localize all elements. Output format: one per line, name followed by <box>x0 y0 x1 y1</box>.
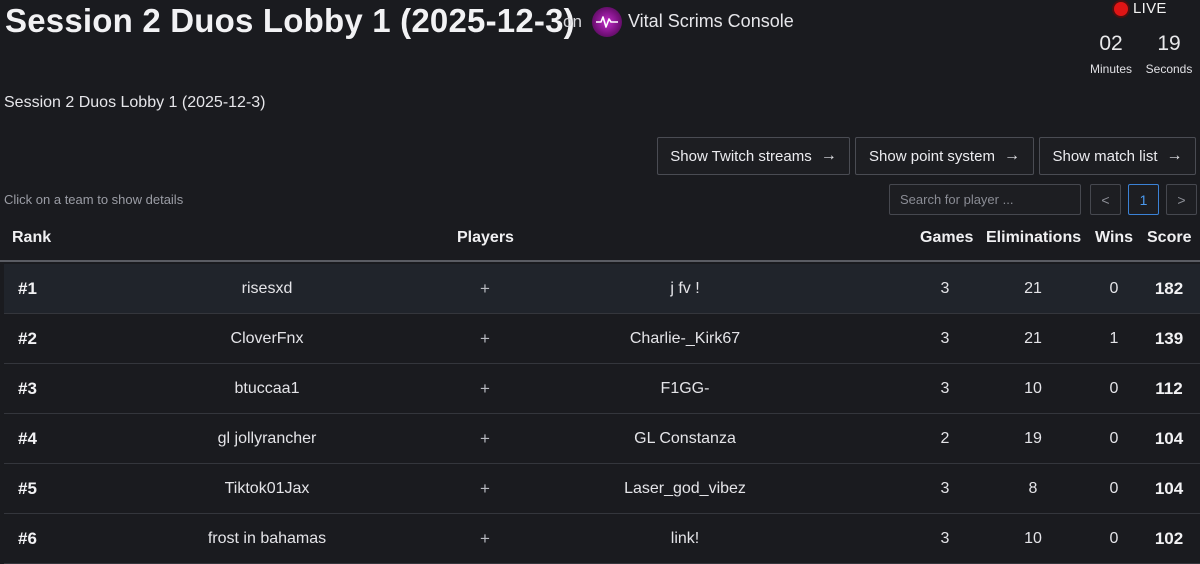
team-rank: #5 <box>18 479 37 498</box>
wins-value: 0 <box>1109 480 1119 497</box>
plus-separator: + <box>480 529 490 548</box>
player-two-name: link! <box>670 530 700 547</box>
leaderboard-header-row: Rank Players Games Eliminations Wins Sco… <box>0 218 1200 262</box>
show-point-system-button[interactable]: Show point system → <box>855 137 1034 175</box>
timer-minutes: 02 Minutes <box>1089 30 1133 76</box>
show-match-list-button[interactable]: Show match list → <box>1039 137 1196 175</box>
timer-seconds: 19 Seconds <box>1145 30 1193 76</box>
score-value: 104 <box>1154 429 1184 448</box>
show-twitch-streams-button[interactable]: Show Twitch streams → <box>657 137 850 175</box>
lobby-subtitle: Session 2 Duos Lobby 1 (2025-12-3) <box>4 94 266 111</box>
games-value: 3 <box>940 530 950 547</box>
score-value: 102 <box>1154 529 1184 548</box>
header-rank[interactable]: Rank <box>12 229 51 247</box>
eliminations-value: 10 <box>1024 380 1042 397</box>
score-value: 182 <box>1154 279 1184 298</box>
player-search-input[interactable] <box>889 184 1081 215</box>
timer-minutes-value: 02 <box>1099 32 1123 55</box>
pager-page-button[interactable]: 1 <box>1128 184 1159 215</box>
header-players[interactable]: Players <box>457 229 514 247</box>
wins-value: 1 <box>1109 330 1119 347</box>
live-badge: LIVE <box>1114 0 1167 17</box>
page-header: Session 2 Duos Lobby 1 (2025-12-3) on Vi… <box>0 0 1200 88</box>
chevron-right-icon: > <box>1177 191 1186 208</box>
player-two-name: j fv ! <box>670 280 700 297</box>
team-rank: #2 <box>18 329 37 348</box>
show-twitch-streams-label: Show Twitch streams <box>670 147 812 165</box>
plus-separator: + <box>480 329 490 348</box>
header-games[interactable]: Games <box>920 229 973 247</box>
eliminations-value: 8 <box>1028 480 1038 497</box>
show-match-list-label: Show match list <box>1052 147 1158 165</box>
team-rank: #3 <box>18 379 37 398</box>
team-rank: #1 <box>18 279 37 298</box>
on-label: on <box>563 12 582 31</box>
page-title: Session 2 Duos Lobby 1 (2025-12-3) <box>5 2 575 39</box>
score-value: 139 <box>1154 329 1184 348</box>
player-one-name: btuccaa1 <box>234 380 300 397</box>
games-value: 3 <box>940 330 950 347</box>
wins-value: 0 <box>1109 380 1119 397</box>
table-row[interactable]: #1 risesxd + j fv ! 3 21 0 182 <box>4 264 1200 314</box>
timer-seconds-label: Seconds <box>1145 62 1193 76</box>
arrow-right-icon: → <box>1003 147 1020 164</box>
timer-minutes-label: Minutes <box>1089 62 1133 76</box>
games-value: 3 <box>940 280 950 297</box>
player-one-name: gl jollyrancher <box>217 430 317 447</box>
arrow-right-icon: → <box>1166 147 1183 164</box>
score-value: 112 <box>1155 379 1183 398</box>
plus-separator: + <box>480 379 490 398</box>
player-one-name: frost in bahamas <box>207 530 327 547</box>
games-value: 3 <box>940 380 950 397</box>
team-rank: #6 <box>18 529 37 548</box>
eliminations-value: 10 <box>1024 530 1042 547</box>
console-name-link[interactable]: Vital Scrims Console <box>628 11 794 32</box>
player-one-name: Tiktok01Jax <box>224 480 310 497</box>
player-one-name: risesxd <box>241 280 293 297</box>
table-row[interactable]: #6 frost in bahamas + link! 3 10 0 102 <box>4 514 1200 564</box>
live-label: LIVE <box>1133 0 1167 17</box>
wins-value: 0 <box>1109 280 1119 297</box>
arrow-right-icon: → <box>820 147 837 164</box>
player-one-name: CloverFnx <box>230 330 304 347</box>
header-wins[interactable]: Wins <box>1095 229 1133 247</box>
plus-separator: + <box>480 279 490 298</box>
player-two-name: Charlie-_Kirk67 <box>629 330 741 347</box>
table-row[interactable]: #5 Tiktok01Jax + Laser_god_vibez 3 8 0 1… <box>4 464 1200 514</box>
console-logo-icon[interactable] <box>592 7 622 37</box>
eliminations-value: 19 <box>1024 430 1042 447</box>
table-hint: Click on a team to show details <box>4 192 184 207</box>
table-row[interactable]: #3 btuccaa1 + F1GG- 3 10 0 112 <box>4 364 1200 414</box>
header-score[interactable]: Score <box>1147 229 1191 247</box>
table-row[interactable]: #4 gl jollyrancher + GL Constanza 2 19 0… <box>4 414 1200 464</box>
plus-separator: + <box>480 429 490 448</box>
games-value: 3 <box>940 480 950 497</box>
plus-separator: + <box>480 479 490 498</box>
player-two-name: Laser_god_vibez <box>624 480 746 497</box>
header-eliminations[interactable]: Eliminations <box>986 229 1081 247</box>
chevron-left-icon: < <box>1101 191 1110 208</box>
pager-prev-button[interactable]: < <box>1090 184 1121 215</box>
games-value: 2 <box>940 430 950 447</box>
score-value: 104 <box>1154 479 1184 498</box>
player-two-name: F1GG- <box>660 380 710 397</box>
live-dot-icon <box>1114 1 1128 16</box>
eliminations-value: 21 <box>1024 330 1042 347</box>
eliminations-value: 21 <box>1024 280 1042 297</box>
wins-value: 0 <box>1109 430 1119 447</box>
team-rank: #4 <box>18 429 37 448</box>
player-two-name: GL Constanza <box>634 430 736 447</box>
show-point-system-label: Show point system <box>869 147 995 165</box>
timer-seconds-value: 19 <box>1157 32 1181 55</box>
wins-value: 0 <box>1109 530 1119 547</box>
table-row[interactable]: #2 CloverFnx + Charlie-_Kirk67 3 21 1 13… <box>4 314 1200 364</box>
pager-next-button[interactable]: > <box>1166 184 1197 215</box>
